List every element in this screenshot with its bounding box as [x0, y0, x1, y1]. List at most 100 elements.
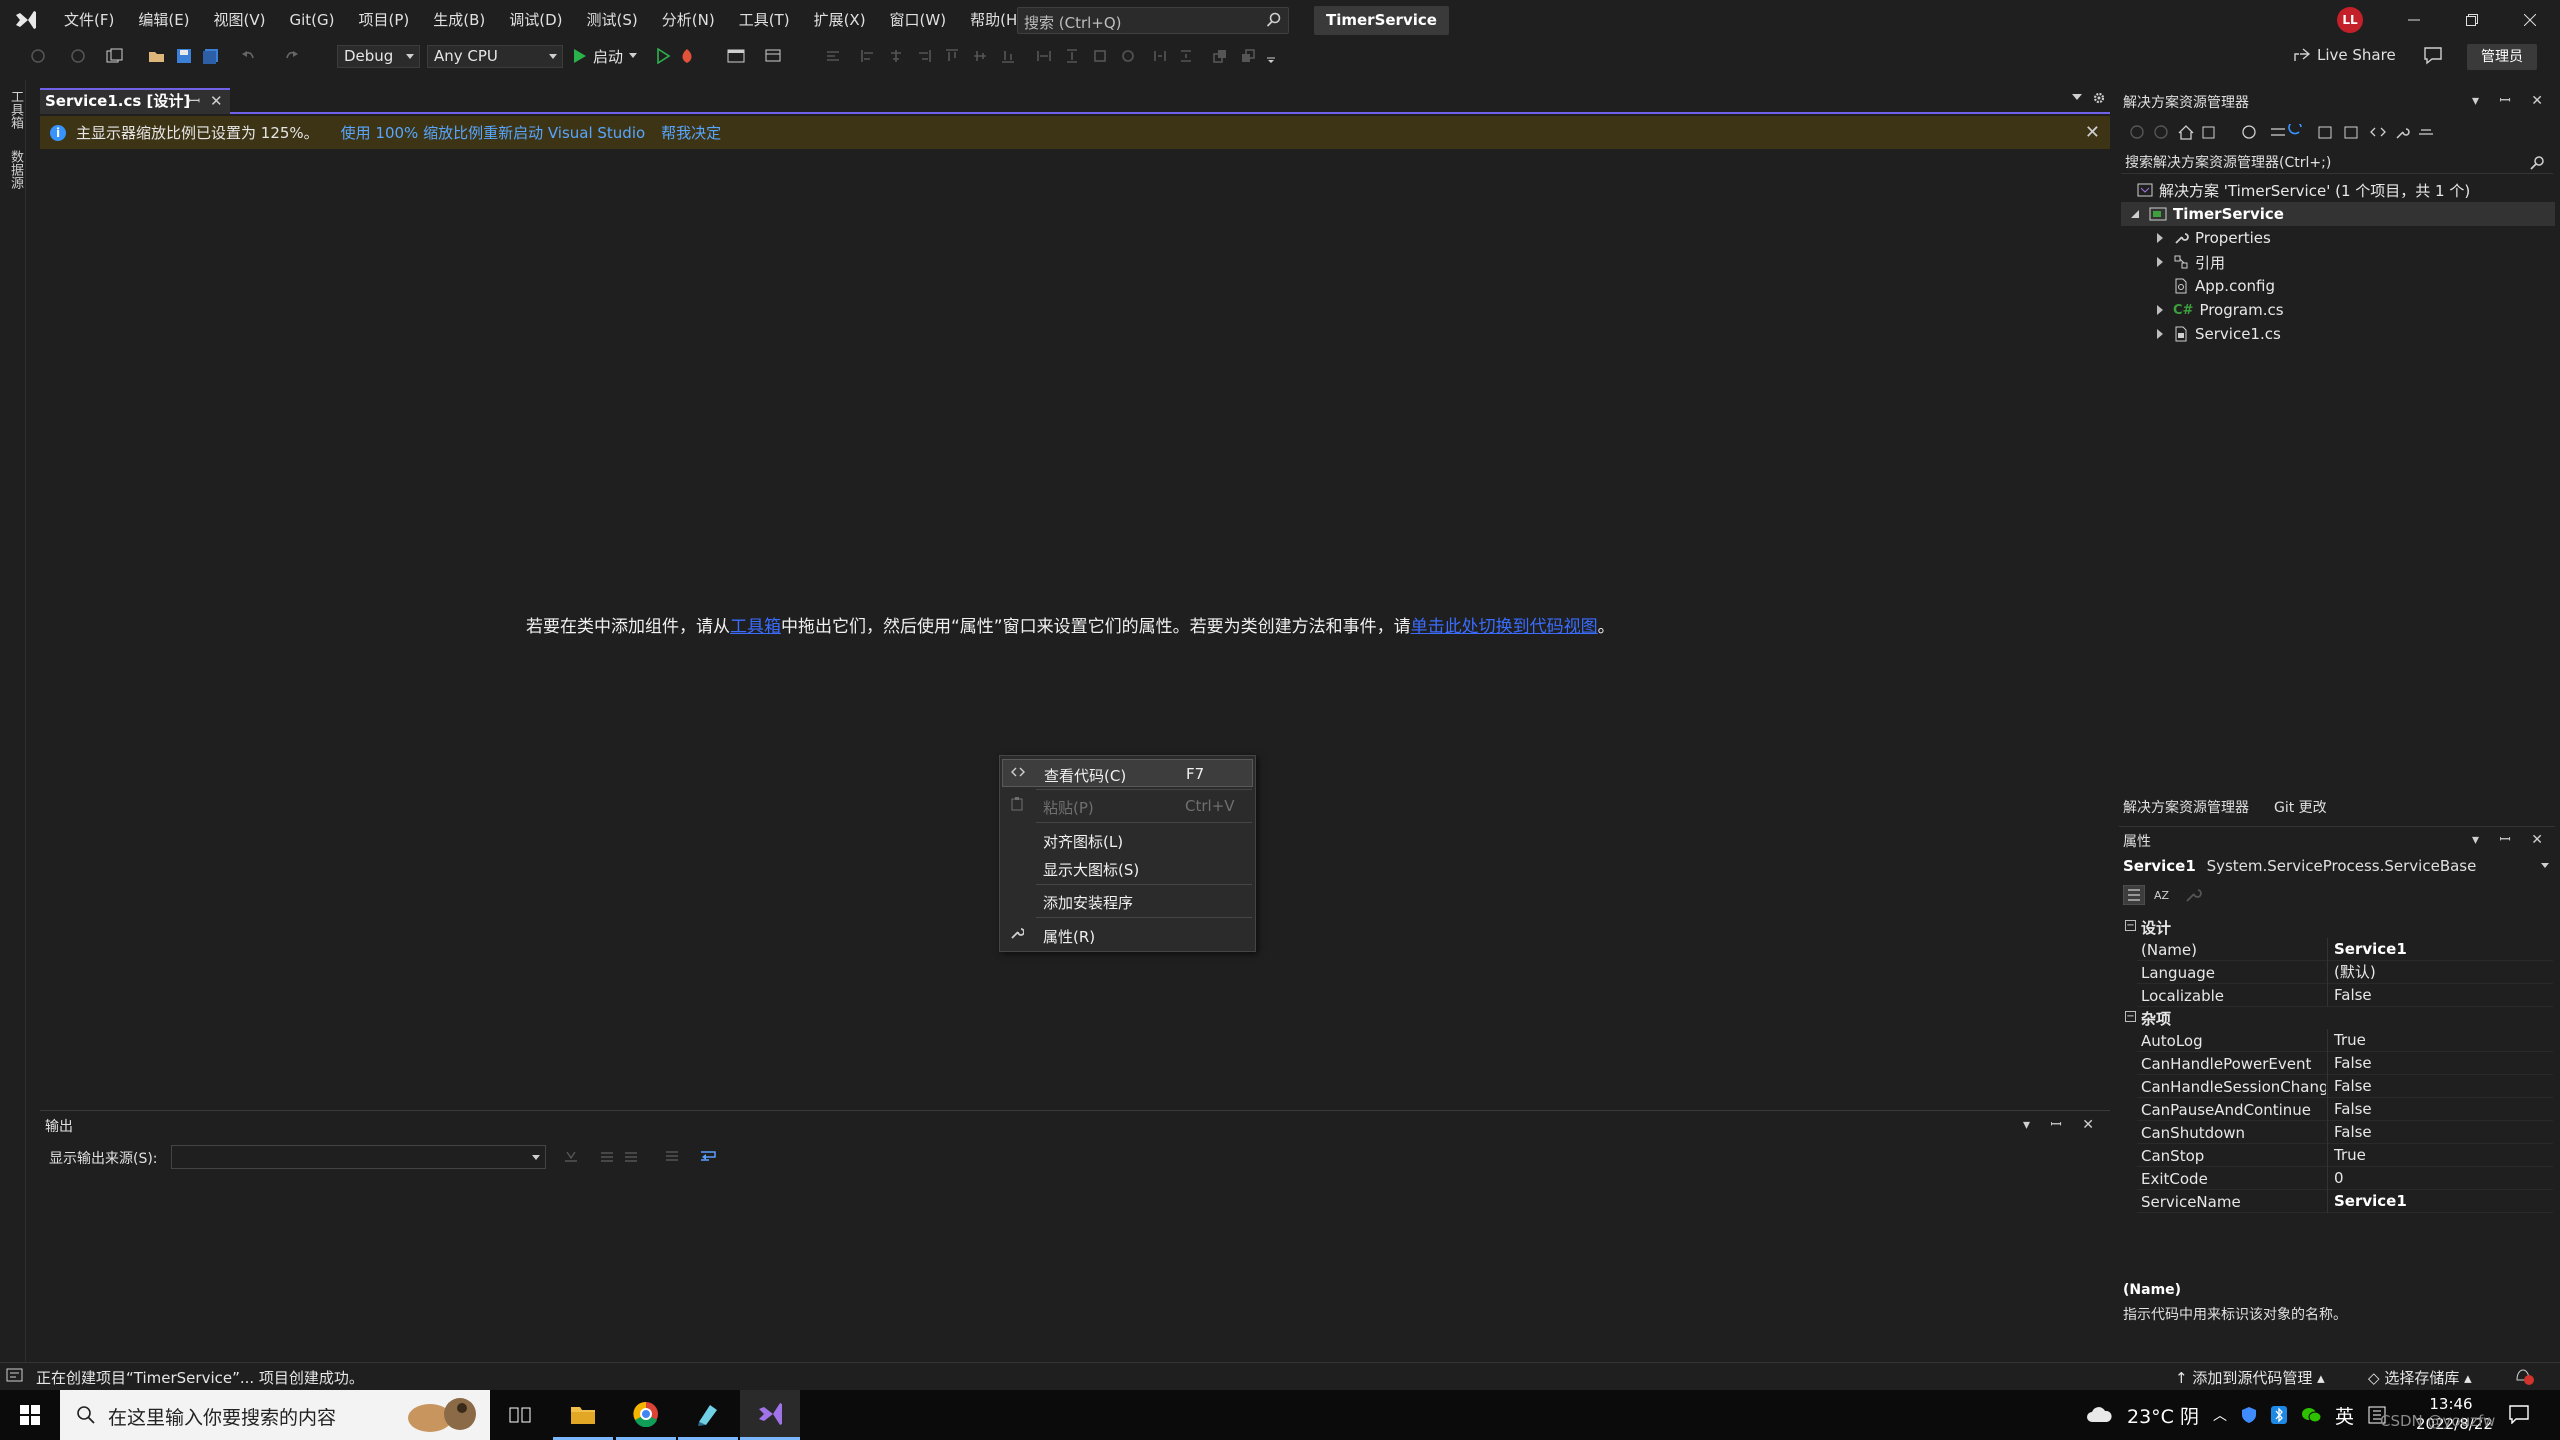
save-all-icon[interactable] — [202, 48, 220, 64]
word-wrap-icon[interactable] — [700, 1149, 718, 1163]
tree-solution-node[interactable]: 解决方案 'TimerService' (1 个项目，共 1 个) — [2137, 178, 2470, 202]
redo-icon[interactable] — [284, 48, 302, 64]
action-center-icon[interactable] — [2508, 1404, 2530, 1424]
align-center-icon[interactable] — [888, 48, 906, 64]
save-icon[interactable] — [176, 48, 194, 64]
align-left-icon[interactable] — [860, 48, 878, 64]
collapse-icon[interactable]: − — [2125, 1011, 2136, 1022]
switch-code-view-link[interactable]: 单击此处切换到代码视图 — [1411, 617, 1598, 637]
solution-config-dropdown[interactable]: Debug — [337, 45, 420, 68]
menu-item-0[interactable]: 文件(F) — [52, 0, 126, 40]
property-value[interactable]: False — [2327, 1121, 2547, 1144]
menu-item-10[interactable]: 扩展(X) — [802, 0, 878, 40]
align-middle-icon[interactable] — [972, 48, 990, 64]
undo-icon[interactable] — [240, 48, 258, 64]
menu-item-5[interactable]: 生成(B) — [421, 0, 497, 40]
menu-item-view-code[interactable]: 查看代码(C) F7 — [1002, 759, 1253, 787]
format-icon[interactable] — [825, 48, 843, 64]
property-pages-icon[interactable] — [2183, 885, 2205, 905]
tab-git-changes[interactable]: Git 更改 — [2274, 797, 2327, 817]
next-message-icon[interactable] — [623, 1149, 639, 1163]
menu-item-1[interactable]: 编辑(E) — [126, 0, 201, 40]
bluetooth-icon[interactable] — [2270, 1406, 2287, 1424]
menu-item-6[interactable]: 调试(D) — [497, 0, 574, 40]
menu-item-9[interactable]: 工具(T) — [727, 0, 802, 40]
feedback-icon[interactable] — [2422, 45, 2444, 65]
tree-item-app-config[interactable]: App.config — [2173, 274, 2275, 298]
properties-controls[interactable]: ▾ ꟷ ✕ — [2472, 830, 2551, 849]
tree-item-references[interactable]: 引用 — [2157, 250, 2225, 274]
windows-start-icon[interactable] — [0, 1390, 60, 1440]
category-design[interactable]: − 设计 — [2121, 915, 2551, 937]
category-misc[interactable]: − 杂项 — [2121, 1006, 2551, 1028]
notepad-icon[interactable] — [678, 1390, 738, 1440]
restore-button[interactable] — [2443, 0, 2501, 40]
task-view-icon[interactable] — [490, 1390, 550, 1440]
menu-item-show-large-icons[interactable]: 显示大图标(S) — [1002, 854, 1253, 882]
file-explorer-icon[interactable] — [553, 1390, 613, 1440]
tree-project-node[interactable]: TimerService — [2121, 202, 2555, 226]
same-height-icon[interactable] — [1064, 48, 1082, 64]
property-row[interactable]: Language (默认) — [2137, 961, 2553, 984]
toolbox-link[interactable]: 工具箱 — [730, 617, 781, 637]
bring-front-icon[interactable] — [1212, 48, 1230, 64]
vs-logo-icon[interactable] — [0, 0, 52, 40]
tray-overflow-icon[interactable]: ︿ — [2213, 1405, 2227, 1425]
same-width-icon[interactable] — [1036, 48, 1054, 64]
property-row[interactable]: AutoLog True — [2137, 1029, 2553, 1052]
visual-studio-icon[interactable] — [740, 1390, 800, 1440]
layout-icon[interactable] — [765, 48, 783, 64]
add-source-control-button[interactable]: ↑ 添加到源代码管理 ▴ — [2175, 1367, 2325, 1388]
same-size-icon[interactable] — [1092, 48, 1110, 64]
notification-bell-icon[interactable] — [2512, 1366, 2534, 1386]
weather-cloud-icon[interactable] — [2085, 1406, 2113, 1424]
output-panel-controls[interactable]: ▾ ꟷ ✕ — [2023, 1115, 2102, 1134]
property-row[interactable]: CanStop True — [2137, 1144, 2553, 1167]
menu-item-properties[interactable]: 属性(R) — [1002, 921, 1253, 949]
tree-item-program-cs[interactable]: C# Program.cs — [2157, 298, 2284, 322]
help-decide-link[interactable]: 帮我决定 — [661, 122, 721, 143]
property-row[interactable]: CanShutdown False — [2137, 1121, 2553, 1144]
search-input[interactable]: 搜索 (Ctrl+Q) — [1017, 7, 1289, 34]
select-repo-button[interactable]: ◇ 选择存储库 ▴ — [2368, 1367, 2472, 1388]
find-output-icon[interactable] — [563, 1149, 579, 1163]
start-without-debug-icon[interactable] — [655, 48, 673, 64]
restart-100-link[interactable]: 使用 100% 缩放比例重新启动 Visual Studio — [341, 122, 646, 143]
taskbar-search-input[interactable]: 在这里输入你要搜索的内容 — [60, 1390, 490, 1440]
alphabetical-icon[interactable]: AZ — [2151, 885, 2173, 905]
property-value[interactable]: False — [2327, 1052, 2547, 1075]
categorized-icon[interactable] — [2123, 885, 2145, 905]
close-infobar-icon[interactable]: ✕ — [2085, 122, 2100, 143]
property-value[interactable]: (默认) — [2327, 961, 2547, 984]
live-share-button[interactable]: Live Share — [2293, 46, 2396, 64]
menu-item-4[interactable]: 项目(P) — [347, 0, 422, 40]
menu-item-11[interactable]: 窗口(W) — [878, 0, 959, 40]
align-right-icon[interactable] — [916, 48, 934, 64]
align-bottom-icon[interactable] — [1000, 48, 1018, 64]
hspace-icon[interactable] — [1152, 48, 1170, 64]
tab-service1-design[interactable]: Service1.cs [设计] ꟷ ✕ — [40, 88, 230, 114]
menu-item-8[interactable]: 分析(N) — [650, 0, 727, 40]
component-designer[interactable]: 若要在类中添加组件，请从工具箱中拖出它们，然后使用“属性”窗口来设置它们的属性。… — [40, 150, 2110, 1105]
property-row[interactable]: ServiceName Service1 — [2137, 1190, 2553, 1213]
property-row[interactable]: ExitCode 0 — [2137, 1167, 2553, 1190]
property-row[interactable]: CanHandlePowerEvent False — [2137, 1052, 2553, 1075]
property-value[interactable]: True — [2327, 1144, 2547, 1167]
property-row[interactable]: Localizable False — [2137, 984, 2553, 1007]
chrome-icon[interactable] — [616, 1390, 676, 1440]
property-value[interactable]: 0 — [2327, 1167, 2547, 1190]
prev-message-icon[interactable] — [599, 1149, 615, 1163]
solution-search-input[interactable]: 搜索解决方案资源管理器(Ctrl+;) — [2121, 152, 2553, 174]
avatar[interactable]: LL — [2337, 7, 2363, 33]
property-row[interactable]: (Name) Service1 — [2137, 938, 2553, 961]
property-value[interactable]: False — [2327, 984, 2547, 1007]
tab-list-dropdown-icon[interactable] — [2072, 93, 2082, 101]
browser-icon[interactable] — [727, 48, 745, 64]
property-value[interactable]: Service1 — [2327, 1190, 2547, 1213]
solution-explorer-controls[interactable]: ▾ ꟷ ✕ — [2472, 91, 2551, 110]
minimize-button[interactable] — [2385, 0, 2443, 40]
output-source-dropdown[interactable] — [171, 1145, 546, 1169]
grid-icon[interactable] — [1120, 48, 1138, 64]
toolbox-tab[interactable]: 工具箱 — [6, 90, 25, 129]
gear-icon[interactable] — [2092, 91, 2106, 105]
